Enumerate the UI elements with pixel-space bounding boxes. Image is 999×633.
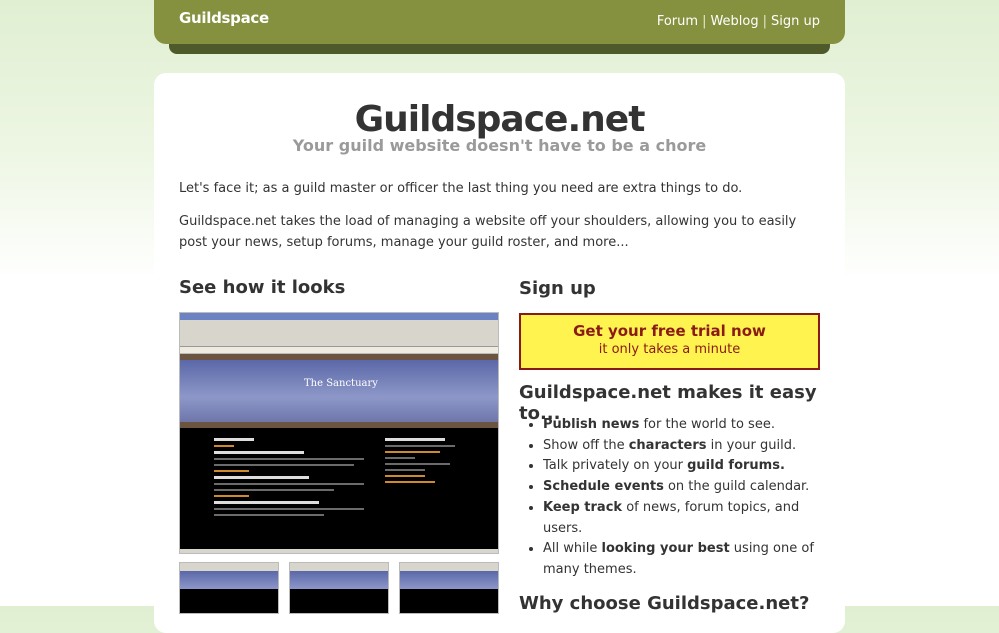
list-item: Keep track of news, forum topics, and us… [543,498,833,539]
nav-separator: | [762,14,768,29]
page-title: Guildspace.net [354,99,646,140]
content-panel: Guildspace.net Your guild website doesn'… [154,73,845,633]
nav-separator: | [702,14,707,29]
free-trial-button[interactable]: Get your free trial now it only takes a … [519,313,820,370]
screenshot-banner: The Sanctuary [180,354,498,428]
site-header: Guildspace Forum | Weblog | Sign up [154,0,845,44]
list-item: Talk privately on your guild forums. [543,456,833,477]
screenshot-banner-title: The Sanctuary [304,378,378,389]
top-nav: Forum | Weblog | Sign up [657,14,820,29]
screenshot-thumbnail[interactable] [179,562,279,614]
screenshot-content [180,428,498,553]
feature-list: Publish news for the world to see. Show … [519,415,833,581]
screenshot-thumbnail[interactable] [289,562,389,614]
screenshot-thumbnail[interactable] [399,562,499,614]
list-item: Publish news for the world to see. [543,415,833,436]
intro-paragraph-2: Guildspace.net takes the load of managin… [179,214,797,250]
list-item: Schedule events on the guild calendar. [543,477,833,498]
screenshot-browser-toolbar [180,320,498,347]
site-logo[interactable]: Guildspace [179,9,269,27]
nav-signup-link[interactable]: Sign up [771,14,820,29]
list-item: Show off the characters in your guild. [543,436,833,457]
page-subtitle: Your guild website doesn't have to be a … [292,136,707,155]
nav-forum-link[interactable]: Forum [657,14,698,29]
nav-weblog-link[interactable]: Weblog [710,14,758,29]
see-how-heading: See how it looks [179,277,346,298]
signup-heading: Sign up [519,278,596,299]
list-item: All while looking your best using one of… [543,539,833,580]
site-screenshot[interactable]: The Sanctuary [179,312,499,554]
free-trial-sublabel: it only takes a minute [598,342,741,357]
free-trial-label: Get your free trial now [573,322,766,340]
intro-paragraph-1: Let's face it; as a guild master or offi… [179,181,743,196]
why-heading: Why choose Guildspace.net? [519,593,810,614]
